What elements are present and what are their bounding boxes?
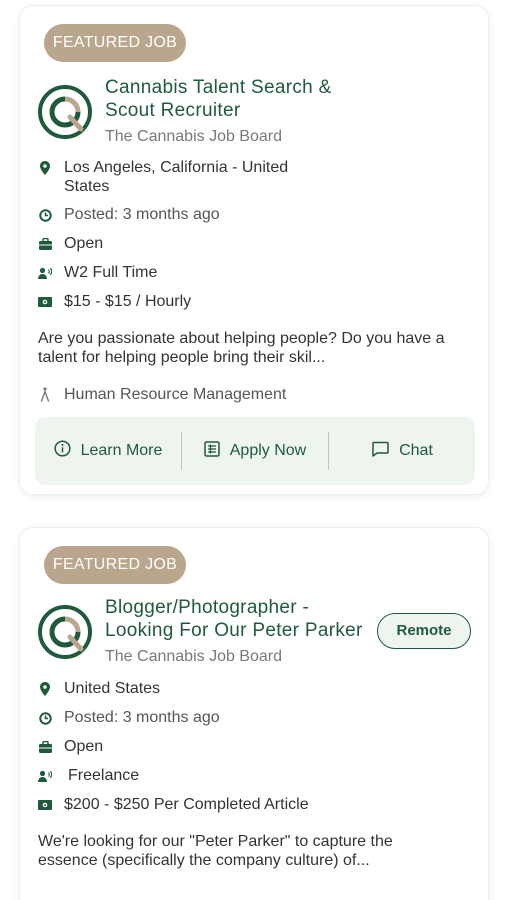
- description-line: We're looking for our "Peter Parker" to …: [38, 833, 393, 850]
- pay-text: $200 - $250 Per Completed Article: [64, 796, 309, 813]
- list-icon: [204, 440, 220, 462]
- remote-badge: Remote: [377, 613, 471, 649]
- description-line: talent for helping people bring their sk…: [38, 349, 326, 366]
- job-title-line[interactable]: Scout Recruiter: [105, 99, 332, 122]
- person-icon: [38, 266, 52, 280]
- status-text: Open: [64, 738, 104, 755]
- pay-row: $15 - $15 / Hourly: [38, 292, 478, 312]
- status-row: Open: [38, 234, 478, 254]
- person-walking-icon: [38, 387, 52, 403]
- job-title-line[interactable]: Blogger/Photographer -: [105, 596, 363, 619]
- location-row: United States: [38, 679, 478, 699]
- location-row: Los Angeles, California - United States: [38, 158, 478, 198]
- pay-text: $15 - $15 / Hourly: [64, 293, 192, 310]
- location-text: United States: [64, 680, 161, 697]
- company-name[interactable]: The Cannabis Job Board: [105, 127, 282, 147]
- apply-now-button[interactable]: Apply Now: [182, 417, 328, 485]
- clock-icon: [38, 208, 52, 222]
- job-description: Are you passionate about helping people?…: [38, 329, 478, 367]
- map-pin-icon: [38, 682, 52, 696]
- category-text: Human Resource Management: [64, 386, 287, 403]
- map-pin-icon: [38, 161, 52, 175]
- pay-row: $200 - $250 Per Completed Article: [38, 795, 478, 815]
- featured-badge: FEATURED JOB: [44, 546, 186, 584]
- posted-row: Posted: 3 months ago: [38, 205, 478, 225]
- company-name[interactable]: The Cannabis Job Board: [105, 647, 282, 667]
- briefcase-icon: [38, 237, 52, 251]
- location-line: States: [64, 178, 110, 195]
- job-type-text: Freelance: [68, 767, 140, 784]
- info-icon: [54, 440, 71, 462]
- job-type-row: W2 Full Time: [38, 263, 478, 283]
- status-row: Open: [38, 737, 478, 757]
- company-logo: [38, 85, 92, 139]
- location-text: Los Angeles, California - United States: [64, 158, 288, 196]
- chat-button[interactable]: Chat: [329, 417, 475, 485]
- job-title-line[interactable]: Cannabis Talent Search &: [105, 76, 332, 99]
- featured-badge: FEATURED JOB: [44, 24, 186, 62]
- posted-text: Posted: 3 months ago: [64, 206, 220, 223]
- location-line: Los Angeles, California - United: [64, 159, 289, 176]
- description-line: essence (specifically the company cultur…: [38, 852, 370, 869]
- job-type-text: W2 Full Time: [64, 264, 158, 281]
- job-card[interactable]: FEATURED JOB Blogger/Photographer - Look…: [19, 527, 489, 900]
- job-type-row: Freelance: [38, 766, 478, 786]
- briefcase-icon: [38, 740, 52, 754]
- job-title[interactable]: Cannabis Talent Search & Scout Recruiter: [105, 76, 332, 122]
- person-icon: [38, 769, 52, 783]
- job-title-line[interactable]: Looking For Our Peter Parker: [105, 619, 363, 642]
- chat-icon: [371, 441, 389, 462]
- apply-now-label: Apply Now: [229, 442, 307, 459]
- status-text: Open: [64, 235, 104, 252]
- money-icon: [38, 295, 52, 309]
- posted-row: Posted: 3 months ago: [38, 708, 478, 728]
- job-description: We're looking for our "Peter Parker" to …: [38, 832, 478, 870]
- job-title[interactable]: Blogger/Photographer - Looking For Our P…: [105, 596, 363, 642]
- clock-icon: [38, 711, 52, 725]
- description-line: Are you passionate about helping people?…: [38, 330, 445, 347]
- posted-text: Posted: 3 months ago: [64, 709, 220, 726]
- job-card[interactable]: FEATURED JOB Cannabis Talent Search & Sc…: [19, 5, 489, 495]
- chat-label: Chat: [399, 442, 433, 459]
- job-actions-bar: Learn More Apply Now Chat: [35, 417, 475, 485]
- company-logo: [38, 605, 92, 659]
- money-icon: [38, 798, 52, 812]
- learn-more-button[interactable]: Learn More: [35, 417, 181, 485]
- learn-more-label: Learn More: [80, 442, 163, 459]
